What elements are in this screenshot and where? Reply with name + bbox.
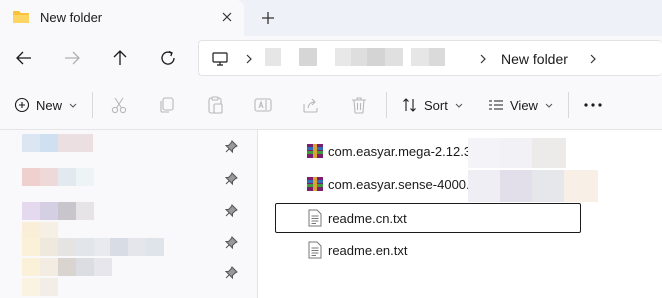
navigation-bar: New folder	[0, 36, 662, 80]
list-item[interactable]: readme.cn.txt	[306, 207, 407, 229]
redacted-crumb	[429, 48, 445, 66]
redacted-crumb	[299, 48, 317, 66]
text-file-icon	[308, 209, 322, 227]
chevron-down-icon	[545, 103, 553, 108]
chevron-right-icon[interactable]	[243, 53, 255, 65]
redacted-sidebar-item[interactable]	[94, 258, 112, 276]
redacted-crumb	[385, 48, 403, 66]
computer-icon	[212, 52, 228, 66]
arrow-up-icon[interactable]	[108, 46, 132, 70]
list-item[interactable]: com.easyar.sense-4000.0.0+	[306, 173, 495, 195]
file-name: com.easyar.mega-2.12.3+4	[328, 143, 486, 159]
archive-icon	[307, 177, 323, 191]
paste-icon[interactable]	[204, 94, 226, 116]
pin-icon[interactable]	[224, 236, 238, 250]
text-file-icon	[308, 241, 322, 259]
plus-circle-icon	[14, 97, 30, 113]
redacted-sidebar-item[interactable]	[128, 238, 146, 256]
redacted-sidebar-item[interactable]	[76, 202, 94, 220]
redacted-block	[564, 170, 598, 202]
redacted-sidebar-item[interactable]	[58, 134, 93, 152]
redacted-sidebar-item[interactable]	[40, 258, 58, 276]
plus-icon[interactable]	[258, 8, 278, 28]
chevron-down-icon	[69, 103, 77, 108]
redacted-crumb	[367, 48, 385, 66]
file-list: com.easyar.mega-2.12.3+4 com.easyar.sens…	[258, 130, 662, 298]
redacted-block	[532, 138, 566, 168]
redacted-block	[500, 138, 532, 168]
redacted-crumb	[411, 48, 429, 66]
folder-icon	[13, 11, 29, 23]
redacted-sidebar-item[interactable]	[146, 238, 164, 256]
new-label: New	[36, 97, 63, 113]
sort-label: Sort	[424, 97, 448, 113]
cut-icon[interactable]	[108, 94, 130, 116]
redacted-sidebar-item[interactable]	[22, 202, 40, 220]
redacted-sidebar-item[interactable]	[76, 258, 94, 276]
view-button[interactable]: View	[488, 92, 554, 118]
view-list-icon	[489, 100, 503, 110]
redacted-sidebar-item[interactable]	[22, 168, 40, 186]
pin-icon[interactable]	[224, 266, 238, 280]
more-icon[interactable]	[582, 94, 604, 116]
pin-icon[interactable]	[224, 140, 238, 154]
breadcrumb-current[interactable]: New folder	[501, 51, 568, 67]
tab-title: New folder	[40, 10, 103, 25]
redacted-crumb	[265, 48, 281, 66]
redacted-sidebar-item[interactable]	[40, 134, 58, 152]
redacted-crumb	[335, 48, 351, 66]
redacted-block	[532, 170, 564, 202]
toolbar-divider	[92, 92, 93, 118]
redacted-sidebar-item[interactable]	[22, 238, 40, 256]
redacted-sidebar-item[interactable]	[22, 258, 40, 276]
tab-strip: New folder	[0, 0, 662, 36]
pin-icon[interactable]	[224, 204, 238, 218]
redacted-sidebar-item[interactable]	[58, 202, 76, 220]
new-button[interactable]: New	[14, 92, 78, 118]
delete-icon[interactable]	[348, 94, 370, 116]
chevron-down-icon	[455, 103, 463, 108]
redacted-sidebar-item[interactable]	[110, 238, 128, 256]
redacted-sidebar-item[interactable]	[76, 168, 94, 186]
navigation-pane	[0, 130, 258, 298]
toolbar-divider	[386, 92, 387, 118]
tab-new-folder[interactable]: New folder	[0, 0, 244, 36]
close-icon[interactable]	[218, 8, 236, 26]
sort-icon	[403, 98, 416, 112]
redacted-sidebar-item[interactable]	[58, 168, 76, 186]
rename-icon[interactable]	[252, 94, 274, 116]
archive-icon	[307, 144, 323, 158]
address-bar[interactable]: New folder	[198, 40, 662, 76]
redacted-crumb	[351, 48, 367, 66]
chevron-right-icon[interactable]	[477, 53, 489, 65]
redacted-sidebar-item[interactable]	[58, 258, 76, 276]
redacted-sidebar-item[interactable]	[40, 238, 58, 256]
refresh-icon[interactable]	[156, 46, 180, 70]
arrow-right-icon[interactable]	[60, 46, 84, 70]
toolbar-divider	[568, 92, 569, 118]
redacted-block	[468, 138, 500, 168]
sort-button[interactable]: Sort	[402, 92, 464, 118]
share-icon[interactable]	[300, 94, 322, 116]
redacted-block	[500, 170, 532, 202]
redacted-sidebar-item[interactable]	[22, 278, 40, 296]
file-name: readme.en.txt	[328, 242, 408, 258]
command-bar: New Sort View	[0, 80, 662, 130]
chevron-right-icon[interactable]	[587, 53, 599, 65]
copy-icon[interactable]	[156, 94, 178, 116]
redacted-block	[468, 170, 500, 202]
redacted-sidebar-item[interactable]	[22, 134, 40, 152]
file-name: readme.cn.txt	[328, 210, 407, 226]
list-item[interactable]: readme.en.txt	[306, 239, 408, 261]
redacted-sidebar-item[interactable]	[58, 238, 76, 256]
redacted-sidebar-item[interactable]	[40, 278, 58, 296]
redacted-sidebar-item[interactable]	[40, 202, 58, 220]
redacted-sidebar-item[interactable]	[40, 168, 58, 186]
pin-icon[interactable]	[224, 172, 238, 186]
view-label: View	[510, 97, 538, 113]
list-item[interactable]: com.easyar.mega-2.12.3+4	[306, 140, 486, 162]
arrow-left-icon[interactable]	[12, 46, 36, 70]
redacted-sidebar-item[interactable]	[76, 238, 94, 256]
